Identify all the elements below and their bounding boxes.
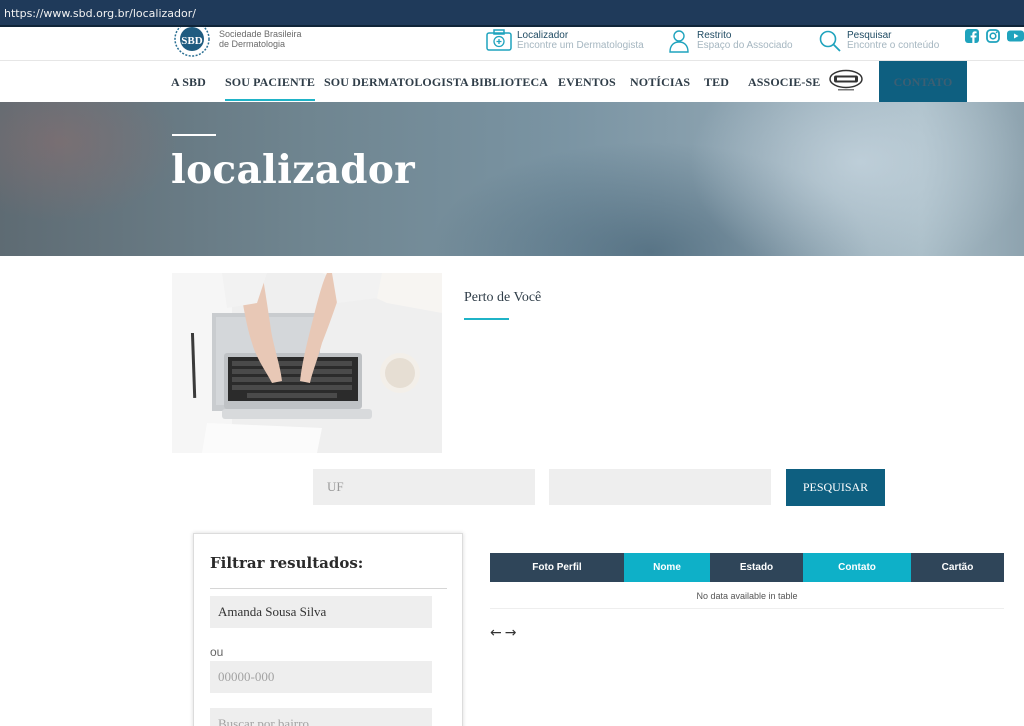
table-header: Foto Perfil Nome Estado Contato Cartão: [490, 553, 1004, 582]
restrito-subtitle: Espaço do Associado: [697, 40, 793, 51]
arrow-left-icon[interactable]: ←: [490, 625, 502, 641]
pesquisar-link[interactable]: Pesquisar Encontre o conteúdo: [818, 29, 948, 55]
col-foto-perfil[interactable]: Foto Perfil: [490, 553, 624, 582]
logo-text-line1: Sociedade Brasileira: [219, 29, 302, 39]
col-cartao[interactable]: Cartão: [911, 553, 1004, 582]
nav-item-biblioteca[interactable]: BIBLIOTECA: [471, 75, 548, 90]
facebook-icon[interactable]: [965, 29, 979, 43]
page-title: localizador: [171, 147, 416, 193]
contato-button[interactable]: CONTATO: [879, 61, 967, 102]
filter-panel: Filtrar resultados: ou: [193, 533, 463, 726]
unipele-logo[interactable]: [828, 68, 864, 94]
sbd-logo[interactable]: SBD: [172, 27, 212, 57]
search-icon: [819, 30, 841, 52]
uf-input[interactable]: [313, 469, 535, 505]
col-estado[interactable]: Estado: [710, 553, 803, 582]
url-text: https://www.sbd.org.br/localizador/: [4, 7, 196, 20]
nav-item-ted[interactable]: TED: [704, 75, 729, 90]
section-heading: Perto de Você: [464, 290, 542, 305]
nav-item-eventos[interactable]: EVENTOS: [558, 75, 616, 90]
nav-item-noticias[interactable]: NOTÍCIAS: [630, 75, 690, 90]
svg-text:SBD: SBD: [181, 35, 202, 47]
table-bottom-rule: [490, 608, 1004, 609]
instagram-icon[interactable]: [986, 29, 1000, 43]
filter-divider: [210, 588, 447, 589]
laptop-photo: [172, 273, 442, 453]
pagination: ← →: [490, 625, 519, 641]
contato-label: CONTATO: [893, 75, 953, 89]
col-nome[interactable]: Nome: [624, 553, 710, 582]
main-nav: A SBD SOU PACIENTE SOU DERMATOLOGISTA BI…: [0, 61, 1024, 102]
localizador-subtitle: Encontre um Dermatologista: [517, 40, 644, 51]
logo-text: Sociedade Brasileira de Dermatologia: [219, 29, 302, 49]
pesquisar-button[interactable]: PESQUISAR: [786, 469, 885, 506]
col-contato[interactable]: Contato: [803, 553, 911, 582]
user-icon: [669, 30, 689, 53]
browser-url-bar[interactable]: https://www.sbd.org.br/localizador/: [0, 0, 1024, 27]
table-empty-message: No data available in table: [696, 591, 798, 601]
logo-text-line2: de Dermatologia: [219, 39, 286, 49]
nav-item-a-sbd[interactable]: A SBD: [171, 75, 206, 90]
youtube-icon[interactable]: [1007, 29, 1024, 43]
hero-banner: localizador: [0, 102, 1024, 256]
bairro-input[interactable]: [210, 708, 432, 726]
city-input[interactable]: [549, 469, 771, 505]
section-heading-underline: [464, 318, 509, 320]
nav-item-associe-se[interactable]: ASSOCIE-SE: [748, 75, 820, 90]
nav-item-sou-paciente[interactable]: SOU PACIENTE: [225, 75, 315, 101]
restrito-link[interactable]: Restrito Espaço do Associado: [668, 29, 798, 55]
cep-input[interactable]: [210, 661, 432, 693]
hero-divider: [172, 134, 216, 136]
filter-title: Filtrar resultados:: [210, 554, 364, 572]
or-label: ou: [210, 645, 224, 659]
nav-item-sou-dermatologista[interactable]: SOU DERMATOLOGISTA: [324, 75, 469, 90]
localizador-link[interactable]: Localizador Encontre um Dermatologista: [486, 29, 646, 55]
arrow-right-icon[interactable]: →: [505, 625, 517, 641]
pesquisar-subtitle: Encontre o conteúdo: [847, 40, 940, 51]
medkit-icon: [486, 29, 512, 51]
name-filter-input[interactable]: [210, 596, 432, 628]
top-header: SBD Sociedade Brasileira de Dermatologia…: [0, 27, 1024, 61]
